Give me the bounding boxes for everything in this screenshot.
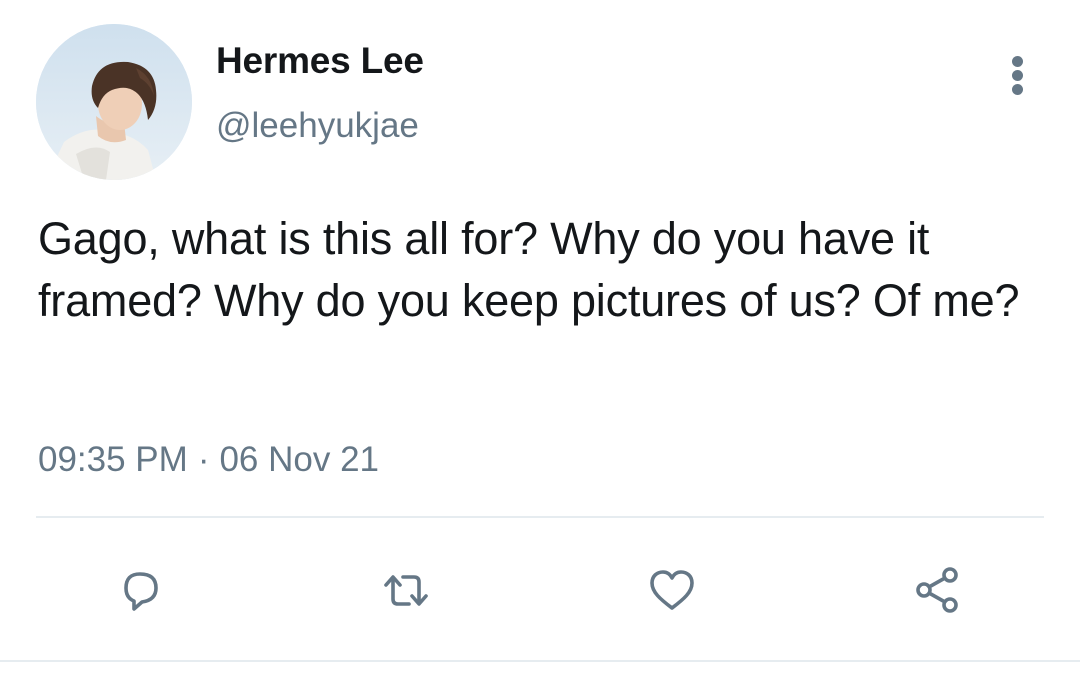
tweet-text: Gago, what is this all for? Why do you h… xyxy=(38,213,1020,326)
divider xyxy=(0,660,1080,662)
reply-button[interactable] xyxy=(108,558,172,622)
divider xyxy=(36,516,1044,518)
retweet-button[interactable] xyxy=(374,558,438,622)
share-icon xyxy=(916,567,958,613)
heart-icon xyxy=(650,570,694,610)
like-button[interactable] xyxy=(640,558,704,622)
more-vertical-icon xyxy=(1012,56,1023,67)
share-button[interactable] xyxy=(906,558,970,622)
profile-photo xyxy=(36,24,192,180)
timestamp-separator: · xyxy=(197,440,210,479)
display-name[interactable]: Hermes Lee xyxy=(216,36,424,86)
retweet-icon xyxy=(384,575,428,606)
user-handle[interactable]: @leehyukjae xyxy=(216,102,419,150)
more-vertical-icon-dot xyxy=(1012,84,1023,95)
more-options-button[interactable] xyxy=(996,50,1040,100)
tweet-time: 09:35 PM xyxy=(38,440,188,479)
tweet-timestamp[interactable]: 09:35 PM · 06 Nov 21 xyxy=(38,437,379,483)
reply-icon xyxy=(124,572,158,611)
avatar[interactable] xyxy=(36,24,192,180)
tweet-date: 06 Nov 21 xyxy=(219,440,380,479)
more-vertical-icon-dot xyxy=(1012,70,1023,81)
